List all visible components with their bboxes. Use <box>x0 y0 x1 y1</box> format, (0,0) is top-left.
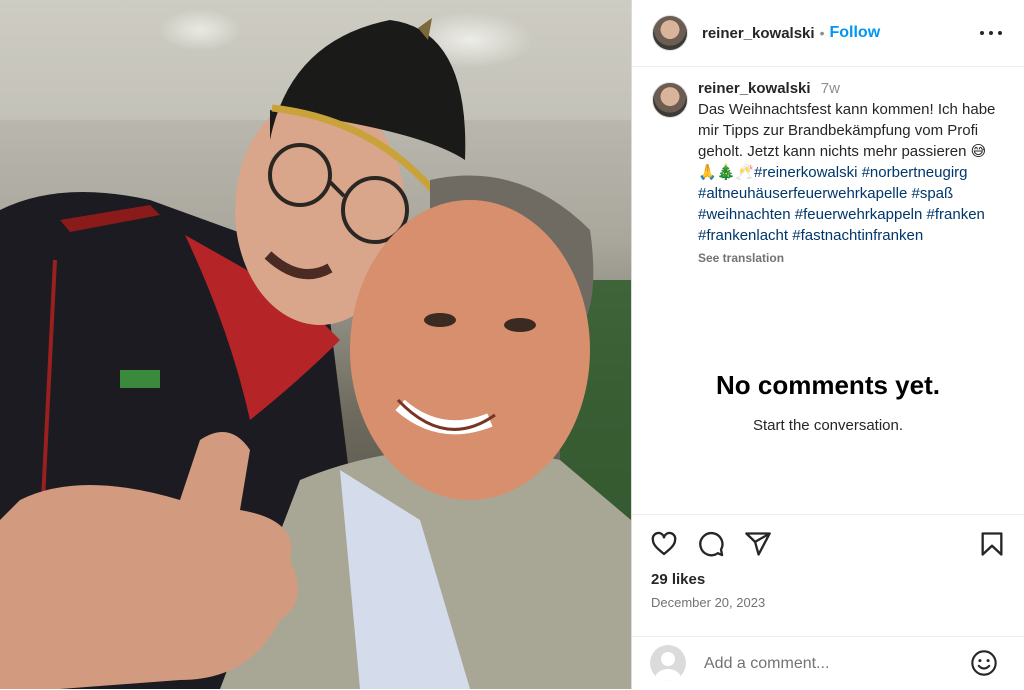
hashtag-link[interactable]: #franken <box>927 206 985 223</box>
hashtag-link[interactable]: #spaß <box>911 185 953 202</box>
post-header: reiner_kowalski • Follow <box>632 0 1024 67</box>
comment-bar <box>632 636 1024 690</box>
hashtag-link[interactable]: #reinerkowalski <box>754 164 857 181</box>
caption-body: reiner_kowalski 7w Das Weihnachtsfest ka… <box>698 78 998 269</box>
hashtag-link[interactable]: #norbertneugirg <box>862 164 968 181</box>
hashtag-link[interactable]: #feuerwehrkappeln <box>795 206 923 223</box>
post-side-panel: reiner_kowalski • Follow reiner_kowalski… <box>632 0 1024 689</box>
caption-text: Das Weihnachtsfest kann kommen! Ich habe… <box>698 99 998 246</box>
default-avatar-icon <box>655 652 681 681</box>
hashtag-link[interactable]: #weihnachten <box>698 206 791 223</box>
hashtag-link[interactable]: #altneuhäuserfeuerwehrkapelle <box>698 185 907 202</box>
post-date[interactable]: December 20, 2023 <box>651 595 765 610</box>
hashtag-link[interactable]: #fastnachtinfranken <box>792 227 923 244</box>
comments-empty-state: No comments yet. Start the conversation. <box>632 370 1024 434</box>
caption-author-avatar[interactable] <box>652 82 688 118</box>
author-avatar[interactable] <box>652 15 688 51</box>
smiley-icon[interactable] <box>970 649 998 677</box>
heart-icon[interactable] <box>650 530 678 558</box>
current-user-avatar <box>650 645 686 681</box>
post-actions: 29 likes December 20, 2023 <box>632 514 1024 641</box>
comment-icon[interactable] <box>697 530 725 558</box>
caption-username[interactable]: reiner_kowalski <box>698 80 811 97</box>
caption-timestamp[interactable]: 7w <box>821 80 840 97</box>
photo-illustration <box>0 0 631 689</box>
author-username[interactable]: reiner_kowalski <box>702 25 815 42</box>
follow-button[interactable]: Follow <box>829 24 880 42</box>
post-photo[interactable] <box>0 0 631 689</box>
bookmark-icon[interactable] <box>978 530 1006 558</box>
hashtag-link[interactable]: #frankenlacht <box>698 227 788 244</box>
empty-comments-subtitle: Start the conversation. <box>752 417 904 434</box>
add-comment-input[interactable] <box>702 651 966 677</box>
more-options-icon[interactable] <box>980 22 1002 44</box>
share-icon[interactable] <box>744 530 772 558</box>
see-translation-link[interactable]: See translation <box>698 248 998 269</box>
separator-dot: • <box>819 25 825 41</box>
likes-count[interactable]: 29 likes <box>651 571 705 588</box>
empty-comments-title: No comments yet. <box>716 370 940 400</box>
